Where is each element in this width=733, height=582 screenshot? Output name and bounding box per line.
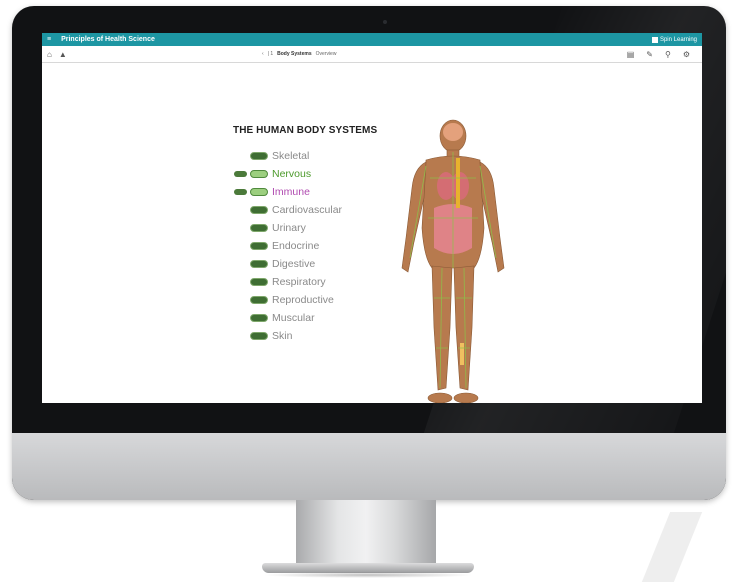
bookmark-icon[interactable]: ▲ [59,50,67,59]
main-content: THE HUMAN BODY SYSTEMS Skeletal Nervous … [42,63,702,403]
toolbar: ⌂ ▲ ‹ | 1 Body Systems Overview ▤ ✎ ⚲ ⚙ [42,46,702,63]
system-label[interactable]: Digestive [272,258,315,270]
brand-logo: Spin Learning [651,36,697,43]
go-chip[interactable] [250,278,268,286]
app-title: Principles of Health Science [61,36,155,43]
camera-dot [383,20,387,24]
expand-chip[interactable] [234,189,247,195]
settings-icon[interactable]: ⚙ [683,50,690,59]
app-screen: ≡ Principles of Health Science Spin Lear… [42,33,702,403]
breadcrumb-sep: | 1 [267,51,274,57]
home-icon[interactable]: ⌂ [47,50,52,59]
stand-shadow [262,572,474,578]
system-label[interactable]: Skin [272,330,292,342]
right-foot-shape [453,392,479,403]
go-chip[interactable] [250,314,268,322]
toolbar-actions: ▤ ✎ ⚲ ⚙ [627,46,697,62]
monitor-stand [296,500,436,564]
chevron-back-icon[interactable]: ‹ [262,51,264,57]
go-chip[interactable] [250,296,268,304]
go-chip[interactable] [250,170,268,178]
system-label[interactable]: Muscular [272,312,315,324]
background-stroke [641,512,703,582]
system-label[interactable]: Nervous [272,168,311,180]
go-chip[interactable] [250,152,268,160]
system-label[interactable]: Endocrine [272,240,319,252]
menu-icon[interactable]: ≡ [47,36,51,43]
system-label[interactable]: Immune [272,186,310,198]
zoom-icon[interactable]: ⚲ [665,50,671,59]
go-chip[interactable] [250,260,268,268]
brain-shape [443,123,463,141]
system-label[interactable]: Cardiovascular [272,204,342,216]
system-label[interactable]: Skeletal [272,150,309,162]
go-chip[interactable] [250,242,268,250]
breadcrumb-sub: Overview [315,51,337,57]
go-chip[interactable] [250,188,268,196]
edit-icon[interactable]: ✎ [646,50,653,59]
left-foot-shape [427,392,453,403]
expand-chip[interactable] [234,171,247,177]
thymus-shape [456,158,460,208]
breadcrumb: ‹ | 1 Body Systems Overview [262,46,336,62]
brand-name: Spin Learning [659,36,697,43]
lymph-shape [460,343,464,365]
system-label[interactable]: Urinary [272,222,306,234]
book-icon [651,36,658,43]
system-label[interactable]: Respiratory [272,276,326,288]
go-chip[interactable] [250,206,268,214]
monitor-chin [12,433,726,500]
app-titlebar: ≡ Principles of Health Science Spin Lear… [42,33,702,46]
go-chip[interactable] [250,224,268,232]
breadcrumb-current[interactable]: Body Systems [277,51,311,57]
notebook-icon[interactable]: ▤ [627,50,635,59]
system-label[interactable]: Reproductive [272,294,334,306]
page-title: THE HUMAN BODY SYSTEMS [233,125,378,136]
go-chip[interactable] [250,332,268,340]
human-body-illustration [401,119,505,403]
